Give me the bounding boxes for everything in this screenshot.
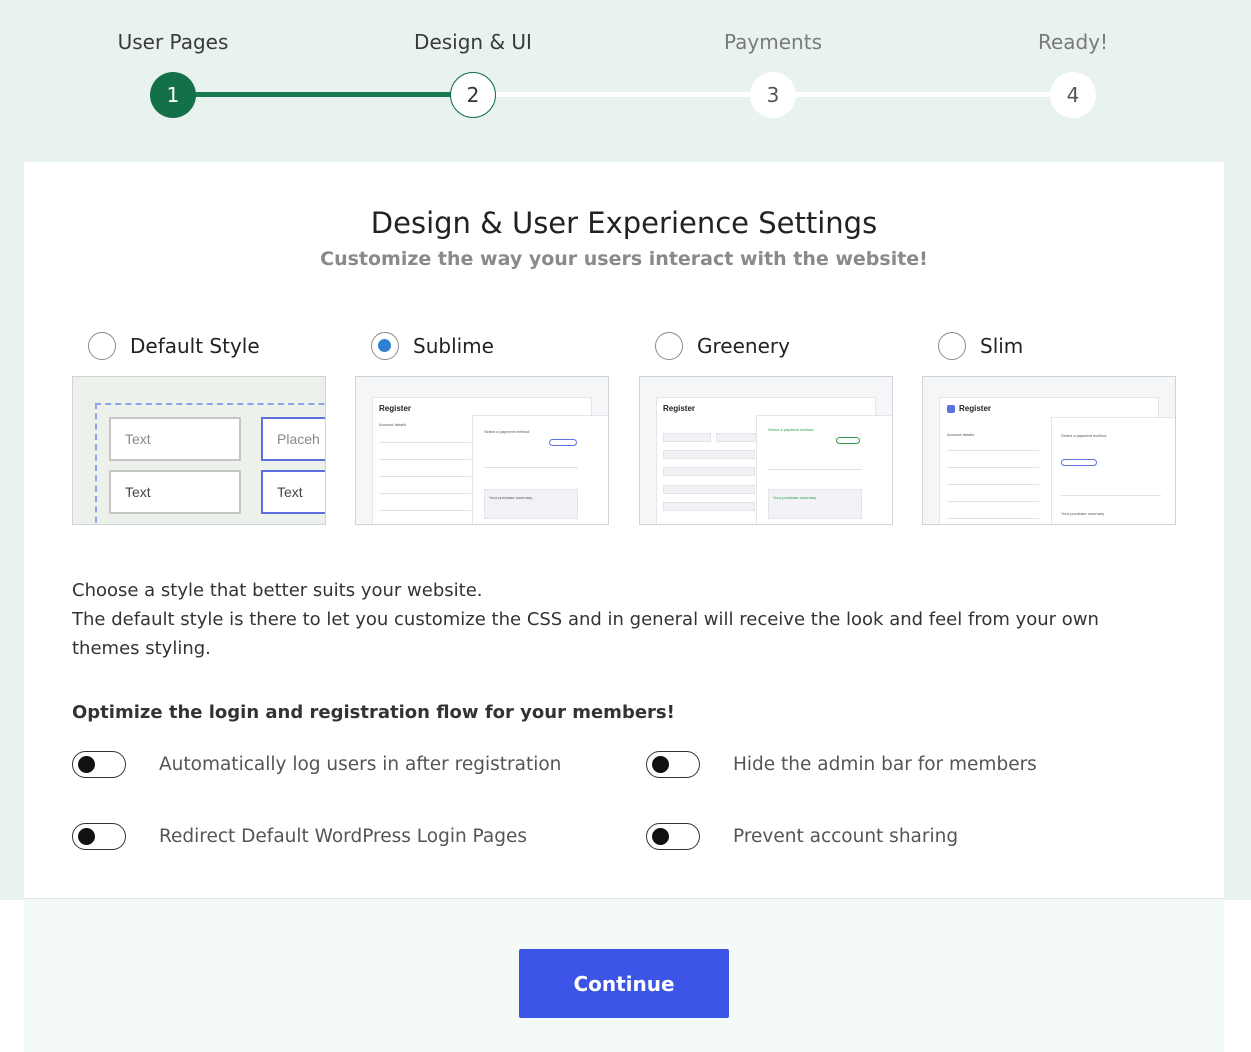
page-subtitle: Customize the way your users interact wi… xyxy=(320,248,928,270)
style-preview-default[interactable]: Text Placeh Text Text xyxy=(72,376,326,525)
preview-input: Text xyxy=(261,470,325,514)
step-label-user-pages: User Pages xyxy=(117,30,229,54)
preview-input: Placeh xyxy=(261,417,325,461)
preview-select-payment: Select a payment method xyxy=(1061,433,1107,438)
preview-field-line xyxy=(768,469,862,470)
step-label-payments: Payments xyxy=(724,30,822,54)
style-label-greenery[interactable]: Greenery xyxy=(697,334,790,358)
step-circle-3: 3 xyxy=(750,72,796,118)
preview-card-pill xyxy=(1061,459,1097,466)
style-preview-greenery[interactable]: Register Select a payment method Your pu… xyxy=(639,376,893,525)
options-heading: Optimize the login and registration flow… xyxy=(72,702,675,723)
style-option-default[interactable]: Default Style Text Placeh Text Text xyxy=(72,330,326,525)
toggle-label-redirect-login: Redirect Default WordPress Login Pages xyxy=(159,825,527,847)
preview-field-line xyxy=(947,518,1039,519)
style-option-sublime[interactable]: Sublime Register Account details Select … xyxy=(355,330,609,525)
preview-field-box xyxy=(663,485,755,494)
radio-slim[interactable] xyxy=(938,332,966,360)
preview-register-title: Register xyxy=(379,404,412,413)
step-label-design-ui: Design & UI xyxy=(414,30,532,54)
preview-field-line xyxy=(947,467,1039,468)
page-title: Design & User Experience Settings xyxy=(370,206,878,240)
preview-field-line xyxy=(379,442,471,443)
preview-field-line xyxy=(947,484,1039,485)
step-circle-1[interactable]: 1 xyxy=(150,72,196,118)
preview-register-title: Register xyxy=(959,404,992,413)
preview-select-payment: Select a payment method xyxy=(768,427,814,432)
toggle-row-redirect-login[interactable]: Redirect Default WordPress Login Pages xyxy=(72,822,527,850)
toggle-label-auto-login: Automatically log users in after registr… xyxy=(159,753,562,775)
step-label-ready: Ready! xyxy=(1037,30,1109,54)
style-description: Choose a style that better suits your we… xyxy=(72,576,1162,663)
style-label-default[interactable]: Default Style xyxy=(130,334,260,358)
card-footer: Continue xyxy=(24,898,1224,1052)
radio-default-style[interactable] xyxy=(88,332,116,360)
settings-card: Design & User Experience Settings Custom… xyxy=(24,162,1224,1052)
preview-field-box xyxy=(663,433,711,442)
radio-sublime[interactable] xyxy=(371,332,399,360)
style-label-sublime[interactable]: Sublime xyxy=(413,334,494,358)
preview-select-payment: Select a payment method xyxy=(484,429,530,434)
preview-account-details: Account details xyxy=(379,422,407,427)
preview-input: Text xyxy=(109,417,241,461)
preview-field-box xyxy=(663,467,755,476)
preview-card-pill xyxy=(549,439,577,446)
preview-purchase-summary: Your purchase summary xyxy=(489,495,533,500)
preview-purchase-summary: Your purchase summary xyxy=(773,495,817,500)
preview-card-pill xyxy=(836,437,860,444)
toggle-label-prevent-sharing: Prevent account sharing xyxy=(733,825,959,847)
style-preview-sublime[interactable]: Register Account details Select a paymen… xyxy=(355,376,609,525)
stepper-line-3 xyxy=(773,92,1073,97)
preview-field-line xyxy=(379,493,471,494)
stepper-line-1 xyxy=(173,92,473,97)
toggle-label-hide-admin-bar: Hide the admin bar for members xyxy=(733,753,1037,775)
preview-field-line xyxy=(484,467,578,468)
preview-field-line xyxy=(379,510,471,511)
toggle-auto-login[interactable] xyxy=(72,750,126,778)
preview-account-details: Account details xyxy=(947,432,975,437)
preview-input: Text xyxy=(109,470,241,514)
preview-field-line xyxy=(1061,495,1161,496)
preview-field-line xyxy=(947,501,1039,502)
preview-purchase-summary: Your purchase summary xyxy=(1061,511,1105,516)
radio-greenery[interactable] xyxy=(655,332,683,360)
description-line-1: Choose a style that better suits your we… xyxy=(72,580,483,601)
step-circle-4: 4 xyxy=(1050,72,1096,118)
description-line-2: The default style is there to let you cu… xyxy=(72,609,1099,659)
preview-field-line xyxy=(379,476,471,477)
preview-field-box xyxy=(663,502,755,511)
toggle-redirect-login[interactable] xyxy=(72,822,126,850)
toggle-row-hide-admin-bar[interactable]: Hide the admin bar for members xyxy=(646,750,1037,778)
toggle-row-prevent-sharing[interactable]: Prevent account sharing xyxy=(646,822,958,850)
toggle-hide-admin-bar[interactable] xyxy=(646,750,700,778)
preview-field-line xyxy=(379,459,471,460)
preview-field-box xyxy=(716,433,756,442)
style-label-slim[interactable]: Slim xyxy=(980,334,1023,358)
style-option-greenery[interactable]: Greenery Register Select a payment metho… xyxy=(639,330,893,525)
toggle-prevent-sharing[interactable] xyxy=(646,822,700,850)
style-option-slim[interactable]: Slim Register Account details Select a p… xyxy=(922,330,1176,525)
preview-field-box xyxy=(663,450,755,459)
continue-button[interactable]: Continue xyxy=(519,949,729,1018)
preview-register-title: Register xyxy=(663,404,696,413)
setup-stepper: User Pages Design & UI Payments Ready! 1… xyxy=(0,0,1251,140)
stepper-line-2 xyxy=(473,92,773,97)
preview-summary-box xyxy=(484,489,578,519)
preview-field-line xyxy=(947,450,1039,451)
user-icon xyxy=(947,405,955,413)
step-circle-2[interactable]: 2 xyxy=(450,72,496,118)
style-preview-slim[interactable]: Register Account details Select a paymen… xyxy=(922,376,1176,525)
toggle-row-auto-login[interactable]: Automatically log users in after registr… xyxy=(72,750,561,778)
preview-summary-box xyxy=(768,489,862,519)
